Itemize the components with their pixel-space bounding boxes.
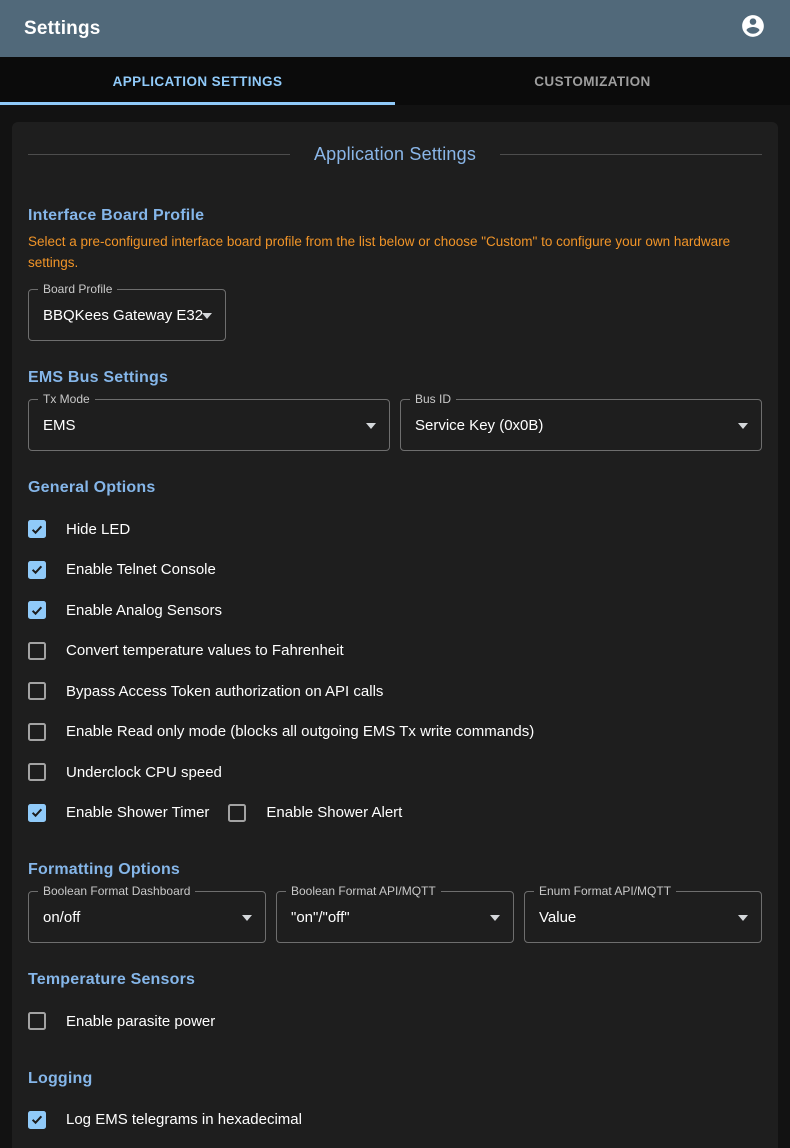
check-row: Enable Analog Sensors	[28, 590, 762, 631]
check-row: Underclock CPU speed	[28, 752, 762, 793]
panel-title: Application Settings	[290, 144, 500, 165]
check-row: Enable Syslog	[28, 1140, 762, 1148]
checkbox-enable-parasite-power[interactable]: Enable parasite power	[28, 1012, 215, 1030]
chevron-down-icon	[490, 915, 500, 921]
bus-id-select[interactable]: Bus ID Service Key (0x0B)	[400, 399, 762, 451]
check-row: Enable Telnet Console	[28, 550, 762, 591]
board-profile-select[interactable]: Board Profile BBQKees Gateway E32	[28, 289, 226, 341]
checkbox-icon[interactable]	[28, 601, 46, 619]
check-row: Log EMS telegrams in hexadecimal	[28, 1100, 762, 1141]
boolean-format-dashboard-select[interactable]: Boolean Format Dashboard on/off	[28, 891, 266, 943]
chevron-down-icon	[738, 423, 748, 429]
checkbox-enable-analog-sensors[interactable]: Enable Analog Sensors	[28, 601, 222, 619]
tab-customization[interactable]: CUSTOMIZATION	[395, 57, 790, 105]
checkbox-enable-shower-alert[interactable]: Enable Shower Alert	[228, 804, 402, 822]
tab-application-settings[interactable]: APPLICATION SETTINGS	[0, 57, 395, 105]
enum-format-api-select[interactable]: Enum Format API/MQTT Value	[524, 891, 762, 943]
page-title: Settings	[24, 18, 101, 40]
board-profile-value: BBQKees Gateway E32	[43, 307, 203, 324]
checkbox-icon[interactable]	[28, 763, 46, 781]
checkbox-label: Log EMS telegrams in hexadecimal	[66, 1111, 302, 1128]
checkbox-label: Bypass Access Token authorization on API…	[66, 683, 383, 700]
checkbox-bypass-access-token[interactable]: Bypass Access Token authorization on API…	[28, 682, 383, 700]
tx-mode-value: EMS	[43, 417, 76, 434]
checkbox-icon[interactable]	[28, 520, 46, 538]
checkbox-label: Hide LED	[66, 521, 130, 538]
tab-bar: APPLICATION SETTINGS CUSTOMIZATION	[0, 57, 790, 105]
checkbox-icon[interactable]	[28, 682, 46, 700]
checkbox-label: Enable parasite power	[66, 1013, 215, 1030]
chevron-down-icon	[738, 915, 748, 921]
checkbox-icon[interactable]	[28, 561, 46, 579]
checkbox-underclock-cpu[interactable]: Underclock CPU speed	[28, 763, 222, 781]
heading-ems-bus-settings: EMS Bus Settings	[28, 369, 762, 387]
checkbox-enable-shower-timer[interactable]: Enable Shower Timer	[28, 804, 209, 822]
settings-panel: Application Settings Interface Board Pro…	[12, 122, 778, 1148]
board-profile-label: Board Profile	[38, 282, 117, 296]
formatting-select-row: Boolean Format Dashboard on/off Boolean …	[28, 891, 762, 943]
check-row: Enable Read only mode (blocks all outgoi…	[28, 712, 762, 753]
board-profile-help-text: Select a pre-configured interface board …	[28, 231, 758, 273]
boolean-format-dashboard-label: Boolean Format Dashboard	[38, 884, 195, 898]
heading-formatting-options: Formatting Options	[28, 861, 762, 879]
bus-id-value: Service Key (0x0B)	[415, 417, 543, 434]
tx-mode-label: Tx Mode	[38, 392, 95, 406]
panel-title-divider: Application Settings	[28, 144, 762, 165]
app-bar: Settings	[0, 0, 790, 57]
chevron-down-icon	[202, 313, 212, 319]
check-row: Convert temperature values to Fahrenheit	[28, 631, 762, 672]
checkbox-convert-fahrenheit[interactable]: Convert temperature values to Fahrenheit	[28, 642, 344, 660]
enum-format-api-value: Value	[539, 909, 576, 926]
account-button[interactable]	[736, 12, 770, 46]
chevron-down-icon	[366, 423, 376, 429]
check-row-shower: Enable Shower Timer Enable Shower Alert	[28, 793, 762, 834]
checkbox-label: Enable Read only mode (blocks all outgoi…	[66, 723, 534, 740]
check-row: Hide LED	[28, 509, 762, 550]
checkbox-icon[interactable]	[28, 1012, 46, 1030]
chevron-down-icon	[242, 915, 252, 921]
checkbox-label: Enable Telnet Console	[66, 561, 216, 578]
bus-id-label: Bus ID	[410, 392, 456, 406]
heading-temperature-sensors: Temperature Sensors	[28, 971, 762, 989]
heading-logging: Logging	[28, 1070, 762, 1088]
boolean-format-api-select[interactable]: Boolean Format API/MQTT "on"/"off"	[276, 891, 514, 943]
checkbox-log-ems-hex[interactable]: Log EMS telegrams in hexadecimal	[28, 1111, 302, 1129]
boolean-format-api-value: "on"/"off"	[291, 909, 350, 926]
checkbox-read-only-mode[interactable]: Enable Read only mode (blocks all outgoi…	[28, 723, 534, 741]
tx-mode-select[interactable]: Tx Mode EMS	[28, 399, 390, 451]
checkbox-label: Enable Shower Timer	[66, 804, 209, 821]
account-circle-icon	[740, 13, 766, 44]
checkbox-icon[interactable]	[228, 804, 246, 822]
divider-line	[500, 154, 762, 155]
boolean-format-api-label: Boolean Format API/MQTT	[286, 884, 441, 898]
check-row: Bypass Access Token authorization on API…	[28, 671, 762, 712]
active-tab-indicator	[0, 102, 395, 105]
checkbox-icon[interactable]	[28, 1111, 46, 1129]
checkbox-hide-led[interactable]: Hide LED	[28, 520, 130, 538]
checkbox-icon[interactable]	[28, 804, 46, 822]
check-row: Enable parasite power	[28, 1001, 762, 1042]
checkbox-label: Enable Shower Alert	[266, 804, 402, 821]
boolean-format-dashboard-value: on/off	[43, 909, 80, 926]
ems-bus-select-row: Tx Mode EMS Bus ID Service Key (0x0B)	[28, 399, 762, 451]
checkbox-label: Enable Analog Sensors	[66, 602, 222, 619]
checkbox-icon[interactable]	[28, 723, 46, 741]
heading-general-options: General Options	[28, 479, 762, 497]
enum-format-api-label: Enum Format API/MQTT	[534, 884, 676, 898]
divider-line	[28, 154, 290, 155]
checkbox-icon[interactable]	[28, 642, 46, 660]
checkbox-label: Convert temperature values to Fahrenheit	[66, 642, 344, 659]
checkbox-label: Underclock CPU speed	[66, 764, 222, 781]
heading-interface-board-profile: Interface Board Profile	[28, 207, 762, 225]
checkbox-enable-telnet-console[interactable]: Enable Telnet Console	[28, 561, 216, 579]
